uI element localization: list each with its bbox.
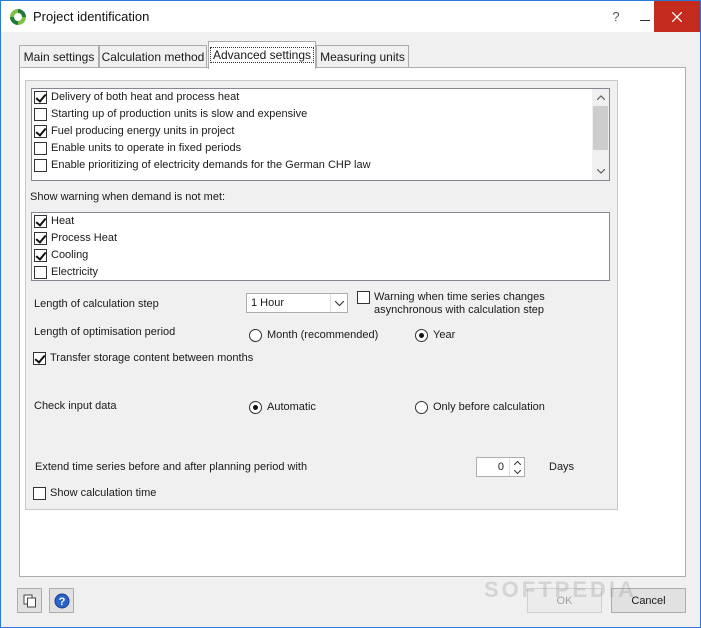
list-item-label: Heat [51,215,75,227]
calc-step-value: 1 Hour [251,297,285,309]
async-warning-line1: Warning when time series changes [374,291,545,303]
checkbox[interactable] [34,91,47,104]
radio-automatic[interactable]: Automatic [249,400,349,416]
tab-label: Calculation method [101,50,205,64]
chevron-down-icon [514,469,521,474]
cancel-button[interactable]: Cancel [611,588,686,613]
checkbox[interactable] [34,249,47,262]
tab-measuring-units[interactable]: Measuring units [316,45,409,68]
show-calc-time-checkbox[interactable]: Show calculation time [33,486,193,502]
tab-panel-advanced: Delivery of both heat and process heat S… [19,67,686,577]
tab-label: Advanced settings [209,47,315,63]
list-item-label: Process Heat [51,232,118,244]
radio-circle[interactable] [415,329,428,342]
stepper-up-button[interactable] [510,458,525,467]
checkbox[interactable] [33,487,46,500]
ok-button[interactable]: OK [527,588,602,613]
optimisation-label: Length of optimisation period [34,326,176,338]
stepper-down-button[interactable] [510,467,525,476]
tab-label: Measuring units [320,50,405,64]
checkbox[interactable] [34,125,47,138]
chevron-up-icon [596,95,605,100]
radio-only-before[interactable]: Only before calculation [415,400,565,416]
warning-section-label: Show warning when demand is not met: [30,191,226,203]
warning-listbox[interactable]: Heat Process Heat Cooling Electricity [31,212,610,281]
stepper-buttons [509,458,524,476]
help-button[interactable]: ? [49,588,74,613]
list-item-label: Electricity [51,266,99,278]
scroll-up-arrow[interactable] [592,89,609,106]
checkbox[interactable] [34,108,47,121]
async-warning-label: Warning when time series changes asynchro… [374,291,545,317]
app-logo-icon [10,9,26,25]
checkbox[interactable] [34,142,47,155]
async-warning-line2: asynchronous with calculation step [374,304,544,316]
list-item-label: Fuel producing energy units in project [51,125,235,137]
window-title: Project identification [33,9,150,24]
close-button[interactable] [654,1,700,32]
list-item-label: Cooling [51,249,89,261]
radio-circle[interactable] [249,329,262,342]
tab-advanced-settings[interactable]: Advanced settings [208,41,316,69]
extend-label: Extend time series before and after plan… [35,461,308,473]
scroll-down-arrow[interactable] [592,163,609,180]
radio-year[interactable]: Year [415,328,475,344]
title-bar: Project identification ? [1,1,700,32]
chevron-down-icon [596,169,605,174]
list-item-label: Starting up of production units is slow … [51,108,308,120]
extend-days-value: 0 [497,461,504,473]
calc-step-label: Length of calculation step [34,298,159,310]
tab-calculation-method[interactable]: Calculation method [99,45,207,68]
dropdown-arrow[interactable] [330,294,347,312]
copy-icon [23,594,36,607]
radio-circle[interactable] [415,401,428,414]
extend-days-stepper[interactable]: 0 [476,457,525,477]
checkbox[interactable] [34,232,47,245]
check-input-label: Check input data [34,400,117,412]
checkbox[interactable] [34,159,47,172]
radio-month[interactable]: Month (recommended) [249,328,389,344]
copy-button[interactable] [17,588,42,613]
radio-circle[interactable] [249,401,262,414]
minimize-icon [640,20,650,21]
tab-label: Main settings [23,50,95,64]
checkbox[interactable] [357,291,370,304]
calc-step-select[interactable]: 1 Hour [246,293,348,313]
help-icon: ? [54,593,69,608]
checkbox[interactable] [34,266,47,279]
chevron-down-icon [334,300,344,306]
svg-text:?: ? [58,596,65,608]
list-item-label: Delivery of both heat and process heat [51,91,240,103]
scroll-thumb[interactable] [593,106,608,150]
radio-label: Automatic [267,401,316,413]
settings-group: Delivery of both heat and process heat S… [25,80,618,510]
checkbox[interactable] [33,352,46,365]
options-scrollbar[interactable] [592,89,609,180]
radio-label: Month (recommended) [267,329,379,341]
dialog-window: Project identification ? Main settings C… [0,0,701,628]
show-calc-time-label: Show calculation time [50,487,157,499]
days-unit-label: Days [549,461,575,473]
close-icon [672,11,682,22]
options-listbox[interactable]: Delivery of both heat and process heat S… [31,88,610,181]
transfer-storage-checkbox[interactable]: Transfer storage content between months [33,351,273,367]
async-warning-checkbox[interactable]: Warning when time series changes asynchro… [357,290,597,318]
radio-label: Year [433,329,456,341]
chevron-up-icon [514,460,521,465]
tab-main-settings[interactable]: Main settings [19,45,99,68]
checkbox[interactable] [34,215,47,228]
transfer-storage-label: Transfer storage content between months [50,352,254,364]
list-item-label: Enable prioritizing of electricity deman… [51,159,371,171]
radio-label: Only before calculation [433,401,545,413]
list-item-label: Enable units to operate in fixed periods [51,142,242,154]
